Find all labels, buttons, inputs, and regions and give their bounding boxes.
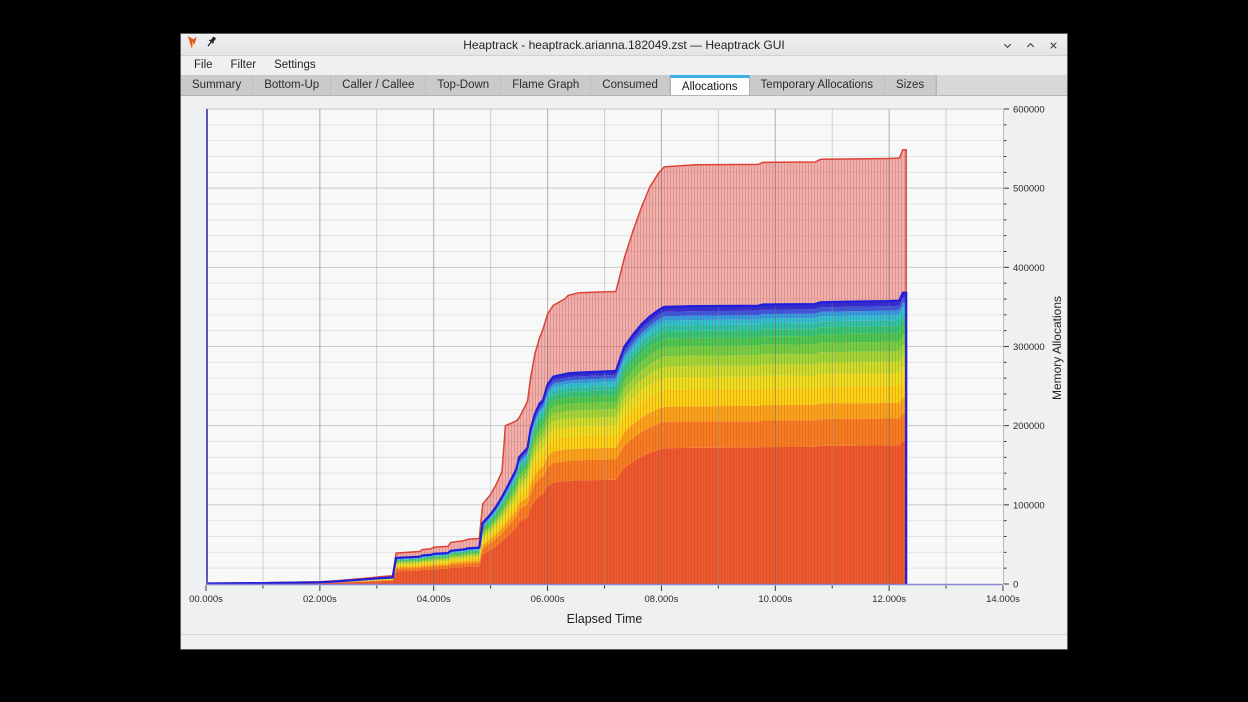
tab-allocations[interactable]: Allocations bbox=[670, 75, 750, 95]
chart-plot[interactable]: 0 100000 200000 300000 400000 500000 600000 00.… bbox=[181, 96, 1067, 634]
status-bar bbox=[181, 634, 1067, 649]
tab-top-down[interactable]: Top-Down bbox=[426, 75, 501, 95]
x-tick-label: 06.000s bbox=[531, 594, 565, 605]
x-tick-label: 00.000s bbox=[189, 594, 223, 605]
menu-item-settings[interactable]: Settings bbox=[265, 56, 325, 75]
x-tick-label: 12.000s bbox=[872, 594, 906, 605]
tabbar: SummaryBottom-UpCaller / CalleeTop-DownF… bbox=[181, 75, 1067, 96]
tab-bottom-up[interactable]: Bottom-Up bbox=[253, 75, 331, 95]
tab-flame-graph[interactable]: Flame Graph bbox=[501, 75, 591, 95]
tab-sizes[interactable]: Sizes bbox=[885, 75, 936, 95]
tab-summary[interactable]: Summary bbox=[181, 75, 253, 95]
x-axis-title: Elapsed Time bbox=[206, 612, 1003, 626]
tabbar-filler bbox=[936, 75, 1067, 95]
y-tick-label: 300000 bbox=[1013, 342, 1045, 353]
x-tick-label: 08.000s bbox=[645, 594, 679, 605]
maximize-button[interactable] bbox=[1023, 38, 1037, 52]
x-tick-label: 10.000s bbox=[758, 594, 792, 605]
tab-consumed[interactable]: Consumed bbox=[591, 75, 670, 95]
y-axis-title: Memory Allocations bbox=[1048, 96, 1066, 601]
desktop-background: Heaptrack - heaptrack.arianna.182049.zst… bbox=[0, 0, 1248, 702]
y-tick-label: 0 bbox=[1013, 580, 1018, 591]
heaptrack-window: Heaptrack - heaptrack.arianna.182049.zst… bbox=[180, 33, 1068, 650]
window-title: Heaptrack - heaptrack.arianna.182049.zst… bbox=[181, 34, 1067, 56]
menu-item-filter[interactable]: Filter bbox=[222, 56, 266, 75]
close-button[interactable] bbox=[1046, 38, 1060, 52]
x-tick-label: 02.000s bbox=[303, 594, 337, 605]
tab-caller-callee[interactable]: Caller / Callee bbox=[331, 75, 426, 95]
y-tick-label: 400000 bbox=[1013, 263, 1045, 274]
menubar: FileFilterSettings bbox=[181, 56, 1067, 75]
x-tick-label: 04.000s bbox=[417, 594, 451, 605]
y-tick-label: 600000 bbox=[1013, 105, 1045, 116]
minimize-button[interactable] bbox=[1000, 38, 1014, 52]
y-tick-label: 200000 bbox=[1013, 421, 1045, 432]
y-tick-label: 500000 bbox=[1013, 184, 1045, 195]
y-tick-label: 100000 bbox=[1013, 500, 1045, 511]
menu-item-file[interactable]: File bbox=[185, 56, 222, 75]
titlebar[interactable]: Heaptrack - heaptrack.arianna.182049.zst… bbox=[181, 34, 1067, 56]
x-tick-label: 14.000s bbox=[986, 594, 1020, 605]
allocations-chart: 0 100000 200000 300000 400000 500000 600000 00.… bbox=[181, 96, 1067, 634]
tab-temporary-allocations[interactable]: Temporary Allocations bbox=[750, 75, 886, 95]
